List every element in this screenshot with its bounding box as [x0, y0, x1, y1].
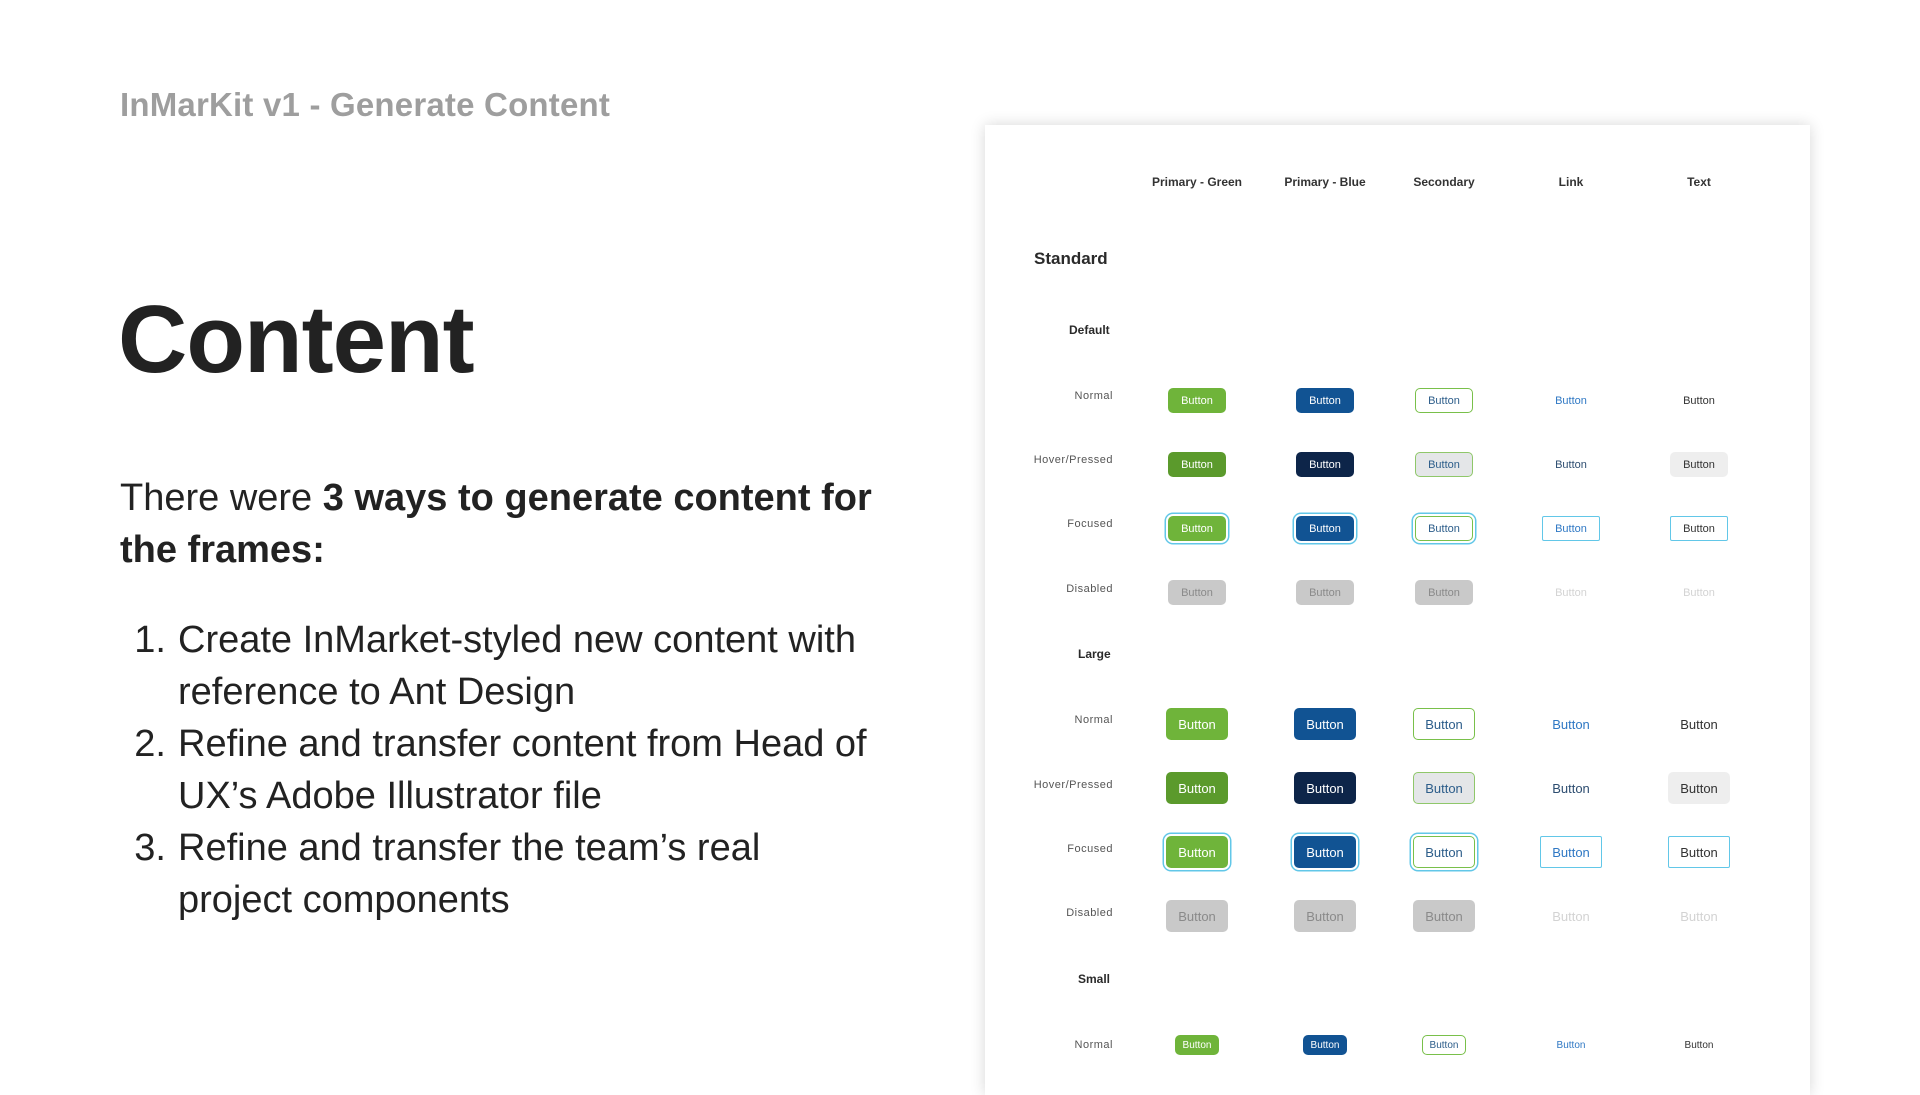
row-label-focused: Focused	[1067, 843, 1113, 855]
link-button-large[interactable]: Button	[1540, 708, 1602, 740]
secondary-button-large-focused[interactable]: Button	[1413, 836, 1475, 868]
list-item: 3. Refine and transfer the team’s real pr…	[120, 822, 920, 926]
list-text: Refine and transfer content from Head of…	[178, 723, 867, 817]
row-label-hover: Hover/Pressed	[1033, 779, 1113, 791]
link-button-focused[interactable]: Button	[1542, 516, 1600, 541]
button-states-sheet: Primary - Green Primary - Blue Secondary…	[985, 125, 1810, 1095]
list-number: 1.	[134, 619, 166, 661]
text-button-large-disabled[interactable]: Button	[1668, 900, 1730, 932]
list-text: Refine and transfer the team’s real proj…	[178, 827, 761, 921]
list-item: 2. Refine and transfer content from Head …	[120, 718, 920, 822]
slide-title: Content	[118, 286, 475, 393]
primary-green-button-large-disabled[interactable]: Button	[1166, 900, 1228, 932]
list-item: 1. Create InMarket-styled new content wit…	[120, 614, 920, 718]
link-button-large-focused[interactable]: Button	[1540, 836, 1602, 868]
primary-green-button-small[interactable]: Button	[1175, 1035, 1219, 1055]
row-label-focused: Focused	[1067, 518, 1113, 530]
text-button-large-focused[interactable]: Button	[1668, 836, 1730, 868]
text-button[interactable]: Button	[1670, 388, 1728, 413]
intro-paragraph: There were 3 ways to generate content fo…	[120, 472, 920, 576]
ways-list: 1. Create InMarket-styled new content wit…	[120, 614, 920, 926]
column-header-primary-green: Primary - Green	[1151, 175, 1243, 189]
secondary-button-large-hover[interactable]: Button	[1413, 772, 1475, 804]
primary-green-button-focused[interactable]: Button	[1168, 516, 1226, 541]
secondary-button-disabled[interactable]: Button	[1415, 580, 1473, 605]
row-label-normal: Normal	[1074, 390, 1113, 402]
secondary-button[interactable]: Button	[1415, 388, 1473, 413]
primary-green-button-large-hover[interactable]: Button	[1166, 772, 1228, 804]
secondary-button-large-disabled[interactable]: Button	[1413, 900, 1475, 932]
section-default: Default	[1069, 323, 1110, 337]
primary-blue-button[interactable]: Button	[1296, 388, 1354, 413]
section-standard: Standard	[1034, 249, 1108, 268]
primary-blue-button-large-focused[interactable]: Button	[1294, 836, 1356, 868]
primary-green-button-large[interactable]: Button	[1166, 708, 1228, 740]
list-text: Create InMarket-styled new content with …	[178, 619, 856, 713]
primary-blue-button-large-hover[interactable]: Button	[1294, 772, 1356, 804]
row-label-normal: Normal	[1074, 714, 1113, 726]
row-label-disabled: Disabled	[1066, 583, 1113, 595]
primary-blue-button-large-disabled[interactable]: Button	[1294, 900, 1356, 932]
list-number: 2.	[134, 723, 166, 765]
column-header-link: Link	[1558, 175, 1584, 189]
secondary-button-hover[interactable]: Button	[1415, 452, 1473, 477]
row-label-disabled: Disabled	[1066, 907, 1113, 919]
link-button-large-disabled[interactable]: Button	[1540, 900, 1602, 932]
link-button-large-hover[interactable]: Button	[1540, 772, 1602, 804]
primary-green-button[interactable]: Button	[1168, 388, 1226, 413]
text-button-small[interactable]: Button	[1677, 1035, 1721, 1055]
primary-blue-button-focused[interactable]: Button	[1296, 516, 1354, 541]
column-header-primary-blue: Primary - Blue	[1284, 175, 1366, 189]
text-button-focused[interactable]: Button	[1670, 516, 1728, 541]
primary-blue-button-disabled[interactable]: Button	[1296, 580, 1354, 605]
section-large: Large	[1078, 647, 1111, 661]
secondary-button-focused[interactable]: Button	[1415, 516, 1473, 541]
link-button[interactable]: Button	[1542, 388, 1600, 413]
text-button-disabled[interactable]: Button	[1670, 580, 1728, 605]
link-button-disabled[interactable]: Button	[1542, 580, 1600, 605]
primary-green-button-hover[interactable]: Button	[1168, 452, 1226, 477]
primary-blue-button-large[interactable]: Button	[1294, 708, 1356, 740]
slide-subtitle: InMarKit v1 - Generate Content	[120, 86, 611, 123]
link-button-small[interactable]: Button	[1549, 1035, 1593, 1055]
secondary-button-large[interactable]: Button	[1413, 708, 1475, 740]
primary-blue-button-small[interactable]: Button	[1303, 1035, 1347, 1055]
text-button-hover[interactable]: Button	[1670, 452, 1728, 477]
intro-text: There were	[120, 477, 323, 519]
secondary-button-small[interactable]: Button	[1422, 1035, 1466, 1055]
list-number: 3.	[134, 827, 166, 869]
text-button-large-hover[interactable]: Button	[1668, 772, 1730, 804]
row-label-hover: Hover/Pressed	[1033, 454, 1113, 466]
column-header-secondary: Secondary	[1413, 175, 1475, 189]
row-label-normal: Normal	[1074, 1039, 1113, 1051]
primary-blue-button-hover[interactable]: Button	[1296, 452, 1354, 477]
primary-green-button-large-focused[interactable]: Button	[1166, 836, 1228, 868]
text-button-large[interactable]: Button	[1668, 708, 1730, 740]
link-button-hover[interactable]: Button	[1542, 452, 1600, 477]
column-header-text: Text	[1687, 175, 1711, 189]
section-small: Small	[1078, 972, 1111, 986]
primary-green-button-disabled[interactable]: Button	[1168, 580, 1226, 605]
